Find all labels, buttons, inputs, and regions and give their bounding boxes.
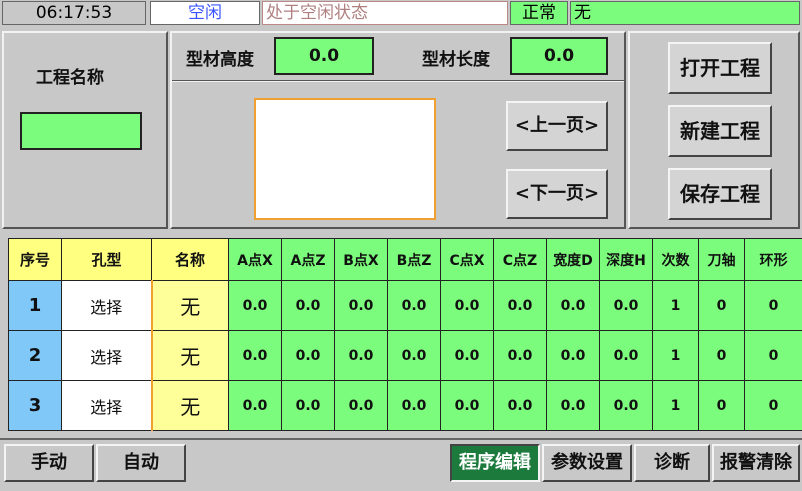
b-z-field[interactable]: 0.0 [387,280,441,331]
width-d-field[interactable]: 0.0 [546,380,600,431]
bottom-nav-bar: 手动 自动 程序编辑 参数设置 诊断 报警清除 [0,438,802,491]
profile-length-label: 型材长度 [422,50,490,70]
count-field[interactable]: 1 [652,280,699,331]
nav-manual-button[interactable]: 手动 [4,444,94,482]
hole-name-cell: 无 [151,330,229,381]
new-project-button[interactable]: 新建工程 [668,105,772,157]
ring-field[interactable]: 0 [744,280,802,331]
table-row: 2 选择 无 0.0 0.0 0.0 0.0 0.0 0.0 0.0 0.0 1… [8,330,802,381]
width-d-field[interactable]: 0.0 [546,280,600,331]
a-x-field[interactable]: 0.0 [228,280,282,331]
c-x-field[interactable]: 0.0 [440,330,494,381]
a-z-field[interactable]: 0.0 [281,330,335,381]
b-x-field[interactable]: 0.0 [334,280,388,331]
row-number: 3 [8,380,62,431]
column-header: 宽度D [546,238,600,281]
program-table: 序号 孔型 名称 A点X A点Z B点X B点Z C点X C点Z 宽度D 深度H… [8,238,802,431]
table-row: 3 选择 无 0.0 0.0 0.0 0.0 0.0 0.0 0.0 0.0 1… [8,380,802,431]
profile-length-field[interactable]: 0.0 [510,37,608,75]
column-header: C点Z [493,238,547,281]
profile-height-field[interactable]: 0.0 [274,37,374,75]
width-d-field[interactable]: 0.0 [546,330,600,381]
prev-page-button[interactable]: <上一页> [506,101,608,151]
table-header-row: 序号 孔型 名称 A点X A点Z B点X B点Z C点X C点Z 宽度D 深度H… [8,238,802,281]
column-header: 深度H [599,238,653,281]
machine-state-display: 正常 [510,1,568,25]
column-header: 序号 [8,238,62,281]
b-z-field[interactable]: 0.0 [387,380,441,431]
next-page-button[interactable]: <下一页> [506,169,608,219]
hole-type-select[interactable]: 选择 [61,380,153,431]
hole-type-select[interactable]: 选择 [61,280,153,331]
depth-h-field[interactable]: 0.0 [599,330,653,381]
count-field[interactable]: 1 [652,380,699,431]
a-z-field[interactable]: 0.0 [281,280,335,331]
project-name-label: 工程名称 [36,68,104,88]
nav-param-settings-button[interactable]: 参数设置 [542,444,632,482]
nav-alarm-reset-button[interactable]: 报警清除 [712,444,800,482]
depth-h-field[interactable]: 0.0 [599,280,653,331]
a-x-field[interactable]: 0.0 [228,380,282,431]
status-bar: 06:17:53 空闲 处于空闲状态 正常 无 [0,0,802,27]
column-header: 次数 [652,238,699,281]
panel-divider [172,80,624,82]
b-x-field[interactable]: 0.0 [334,380,388,431]
hole-preview-area [254,98,436,220]
depth-h-field[interactable]: 0.0 [599,380,653,431]
b-x-field[interactable]: 0.0 [334,330,388,381]
hole-type-select[interactable]: 选择 [61,330,153,381]
ring-field[interactable]: 0 [744,330,802,381]
c-z-field[interactable]: 0.0 [493,380,547,431]
c-x-field[interactable]: 0.0 [440,380,494,431]
c-z-field[interactable]: 0.0 [493,280,547,331]
profile-height-label: 型材高度 [186,50,254,70]
row-number: 1 [8,280,62,331]
column-header: 孔型 [61,238,152,281]
c-x-field[interactable]: 0.0 [440,280,494,331]
column-header: 环形 [744,238,802,281]
column-header: A点X [228,238,282,281]
column-header: B点Z [387,238,441,281]
spindle-field[interactable]: 0 [698,280,745,331]
column-header: 刀轴 [698,238,745,281]
hole-name-cell: 无 [151,280,229,331]
alarm-display: 无 [570,1,800,25]
column-header: 名称 [151,238,229,281]
project-name-field[interactable] [20,112,142,150]
profile-panel: 型材高度 0.0 型材长度 0.0 <上一页> <下一页> [170,31,626,229]
spindle-field[interactable]: 0 [698,330,745,381]
project-actions-panel: 打开工程 新建工程 保存工程 [628,31,800,229]
spindle-field[interactable]: 0 [698,380,745,431]
b-z-field[interactable]: 0.0 [387,330,441,381]
count-field[interactable]: 1 [652,330,699,381]
a-x-field[interactable]: 0.0 [228,330,282,381]
nav-diagnostics-button[interactable]: 诊断 [634,444,710,482]
ring-field[interactable]: 0 [744,380,802,431]
run-mode-display: 空闲 [150,1,260,25]
column-header: C点X [440,238,494,281]
row-number: 2 [8,330,62,381]
column-header: A点Z [281,238,335,281]
table-row: 1 选择 无 0.0 0.0 0.0 0.0 0.0 0.0 0.0 0.0 1… [8,280,802,331]
open-project-button[interactable]: 打开工程 [668,42,772,94]
save-project-button[interactable]: 保存工程 [668,168,772,220]
c-z-field[interactable]: 0.0 [493,330,547,381]
status-message: 处于空闲状态 [262,1,508,25]
column-header: B点X [334,238,388,281]
nav-auto-button[interactable]: 自动 [96,444,186,482]
nav-program-edit-button[interactable]: 程序编辑 [450,444,540,482]
hole-name-cell: 无 [151,380,229,431]
a-z-field[interactable]: 0.0 [281,380,335,431]
clock-display: 06:17:53 [2,1,146,25]
project-name-panel: 工程名称 [2,31,168,229]
